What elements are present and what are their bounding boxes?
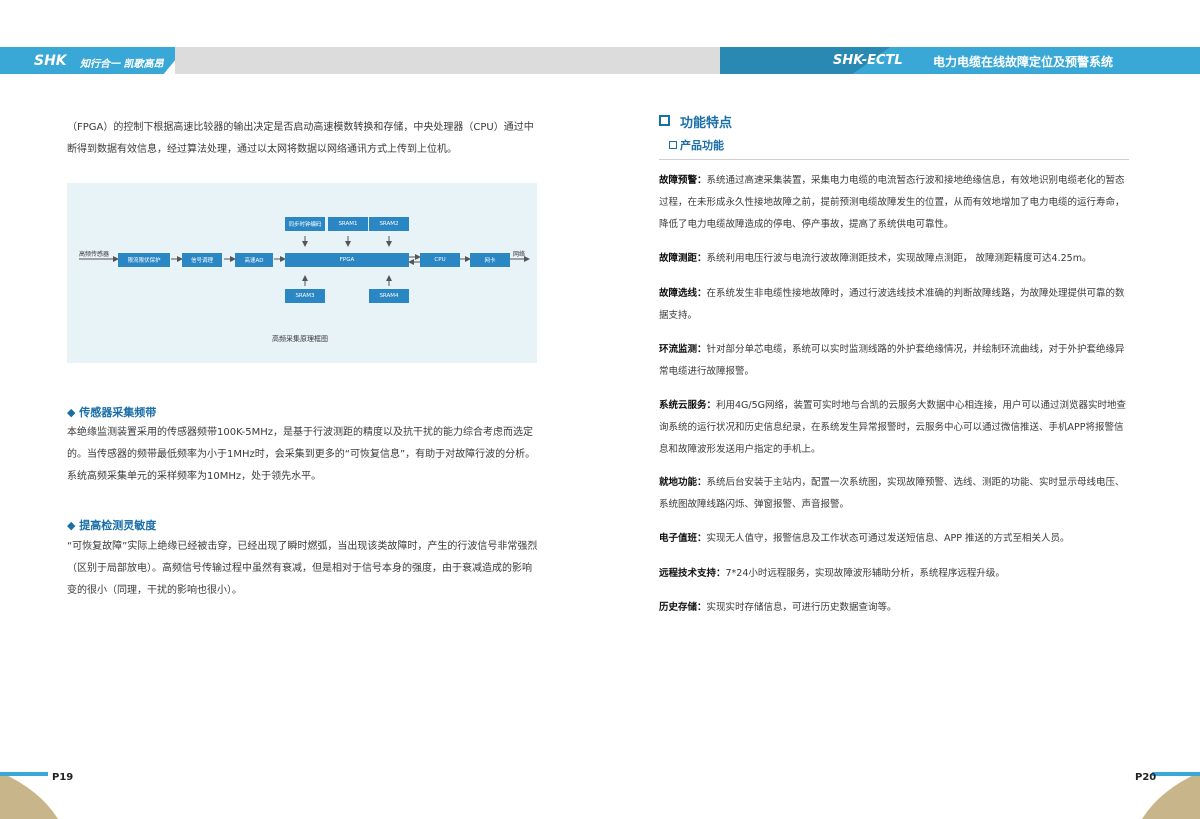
feature-item: 就地功能：系统后台安装于主站内，配置一次系统图，实现故障预警、选线、测距的功能、…	[659, 477, 1125, 510]
box-cpu: CPU	[420, 253, 460, 267]
box-signal: 信号调理	[182, 253, 222, 267]
box-sram1: SRAM1	[328, 217, 368, 231]
subtitle-divider	[659, 159, 1129, 160]
feature-item: 历史存储：实现实时存储信息，可进行历史数据查询等。	[659, 602, 897, 613]
feature-item: 故障预警：系统通过高速采集装置，采集电力电缆的电流暂态行波和接地绝缘信息，有效地…	[659, 175, 1125, 230]
left-logo: SHK	[34, 53, 67, 69]
feature-item: 故障选线：在系统发生非电缆性接地故障时，通过行波选线技术准确的判断故障线路，为故…	[659, 288, 1125, 321]
box-fpga: FPGA	[285, 253, 409, 267]
box-clock: 同步时钟编码	[285, 217, 325, 231]
box-ad: 高速AD	[235, 253, 273, 267]
feature-item: 环流监测：针对部分单芯电缆，系统可以实时监测线路的外护套绝缘情况，并绘制环流曲线…	[659, 344, 1125, 377]
feature-item: 故障测距：系统利用电压行波与电流行波故障测距技术，实现故障点测距， 故障测距精度…	[659, 253, 1092, 264]
page-number-left: P19	[52, 772, 74, 783]
diagram-input-label: 高频传感器	[79, 251, 110, 258]
section1-body: 本绝缘监测装置采用的传感器频带100K-5MHz，是基于行波测距的精度以及抗干扰…	[67, 427, 536, 482]
box-protect: 限流限伏保护	[118, 253, 170, 267]
box-sram4: SRAM4	[369, 289, 409, 303]
box-nic: 网卡	[470, 253, 510, 267]
left-slogan: 知行合一 凯歌高昂	[80, 59, 164, 70]
diagram-output-label: 网络	[513, 251, 526, 258]
feature-item: 远程技术支持：7*24小时远程服务，实现故障波形辅助分析，系统程序远程升级。	[659, 568, 1005, 579]
feature-item: 电子值班：实现无人值守，报警信息及工作状态可通过发送短信息、APP 推送的方式至…	[659, 533, 1070, 544]
feature-item: 系统云服务：利用4G/5G网络，装置可实时地与合凯的云服务大数据中心相连接，用户…	[659, 400, 1127, 455]
right-logo: SHK-ECTL	[833, 53, 903, 68]
diagram-caption: 高频采集原理框图	[272, 335, 328, 343]
header-middle-bar	[175, 47, 720, 74]
box-sram3: SRAM3	[285, 289, 325, 303]
block-diagram: 高频传感器 网络 限流限伏保护 信号调理 高速AD FPGA CPU 网卡 同步…	[67, 183, 537, 363]
intro-paragraph: （FPGA）的控制下根据高速比较器的输出决定是否启动高速模数转换和存储，中央处理…	[67, 122, 534, 155]
right-title: 电力电缆在线故障定位及预警系统	[933, 55, 1114, 69]
features-title: 功能特点	[680, 116, 733, 131]
page-number-right: P20	[1135, 772, 1157, 783]
section2-title: ◆ 提高检测灵敏度	[67, 519, 157, 532]
features-subtitle: 产品功能	[680, 139, 724, 152]
title-square-icon	[659, 115, 670, 126]
section1-title: ◆ 传感器采集频带	[67, 406, 157, 419]
section2-body: “可恢复故障”实际上绝缘已经被击穿，已经出现了瞬时燃弧，当出现该类故障时，产生的…	[67, 541, 538, 596]
box-sram2: SRAM2	[369, 217, 409, 231]
subtitle-square-icon	[669, 141, 677, 149]
